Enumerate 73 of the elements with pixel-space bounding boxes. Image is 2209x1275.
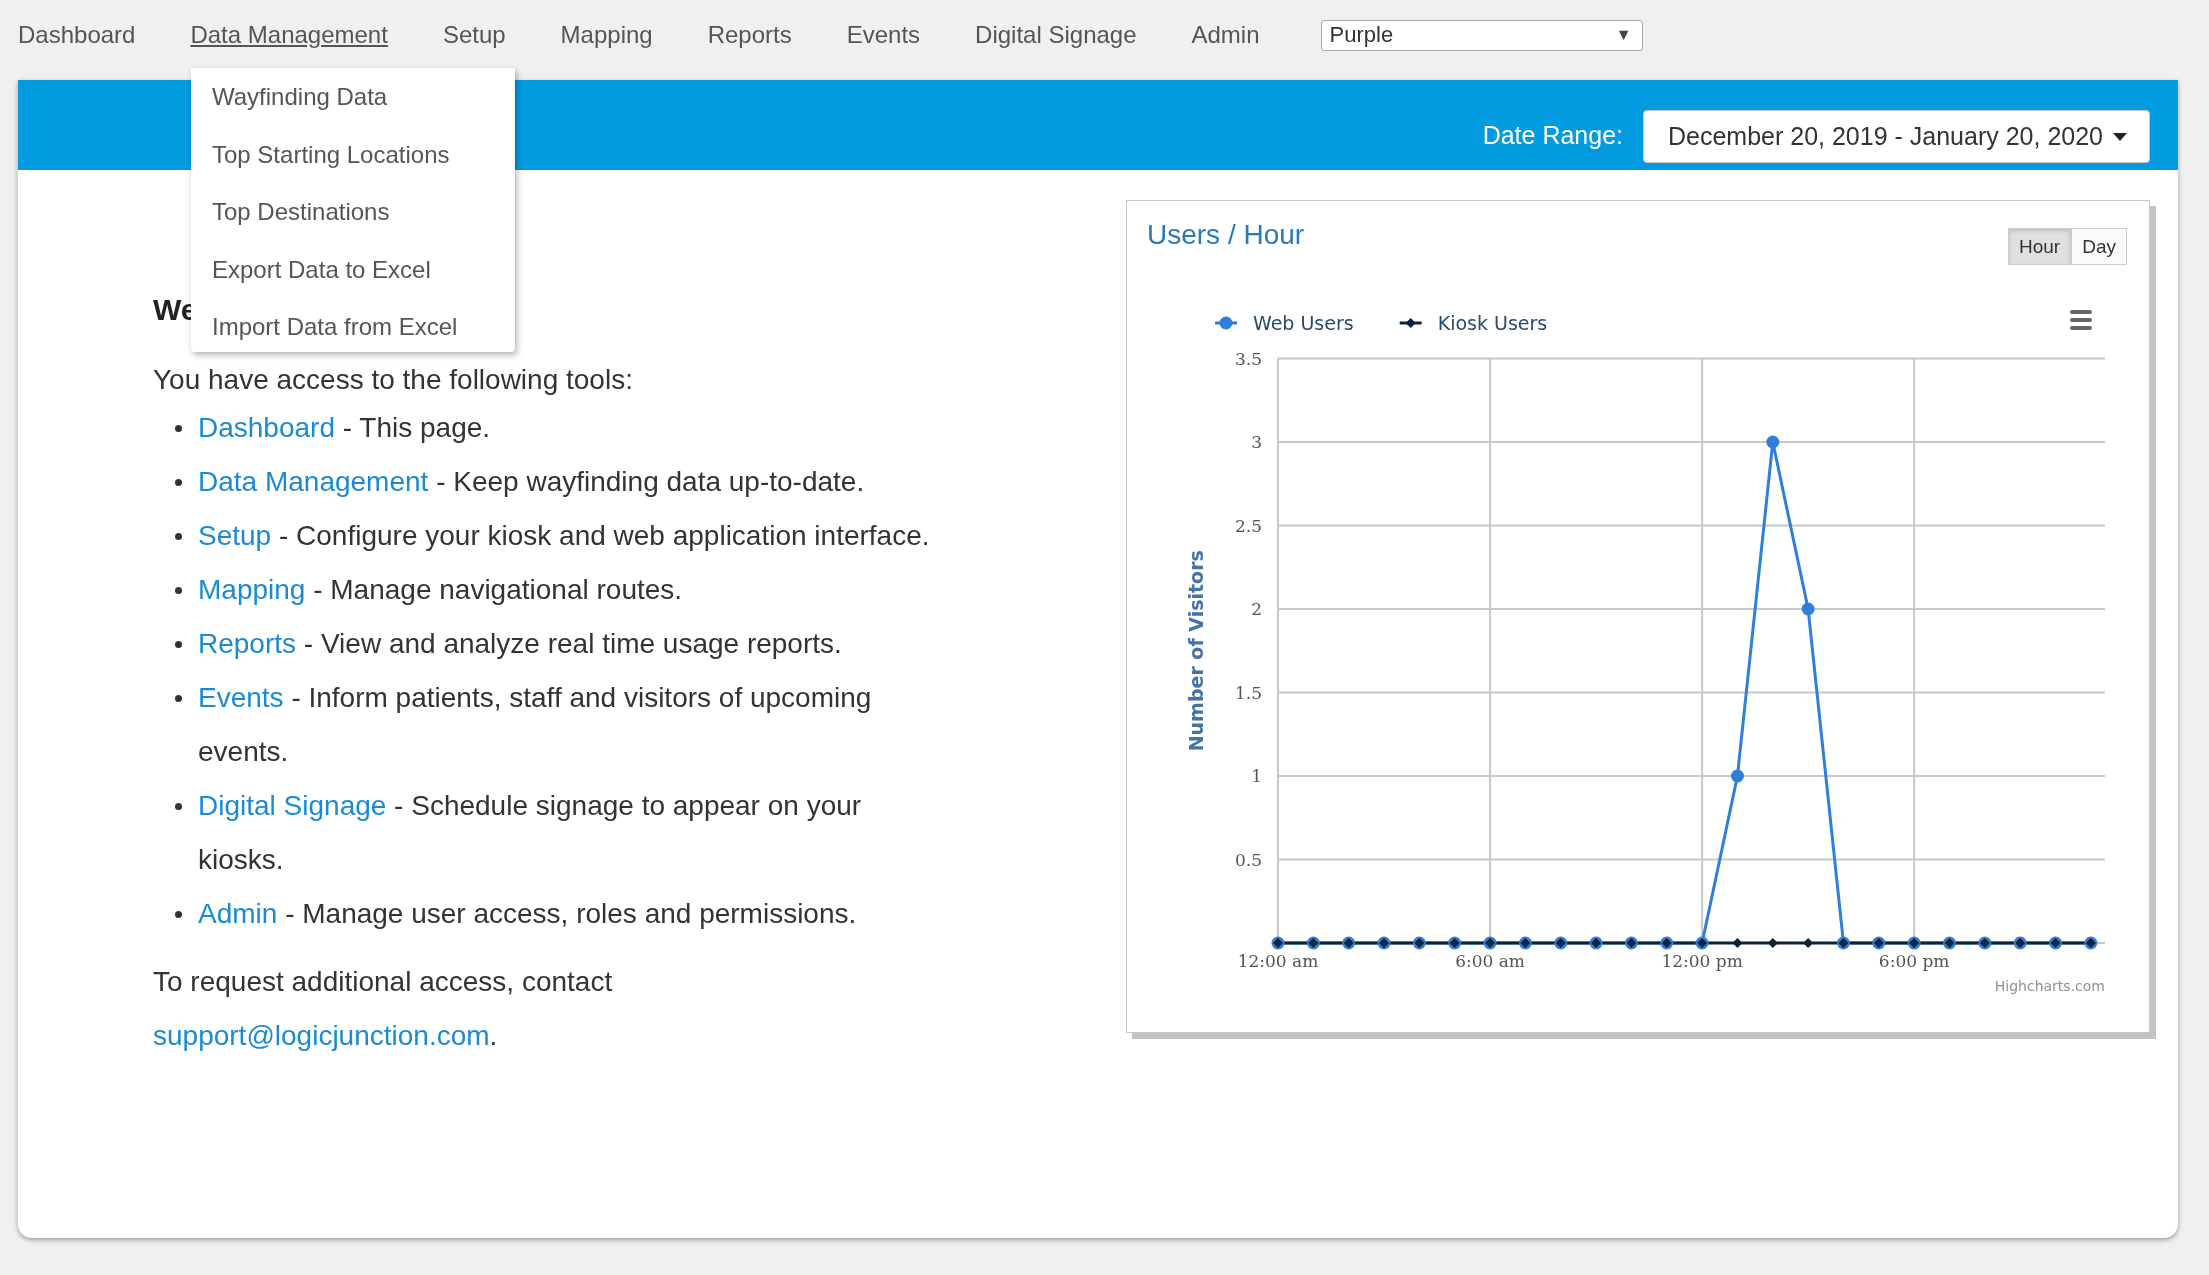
legend-label[interactable]: Kiosk Users [1437,312,1548,334]
tool-description: Digital Signage - Schedule signage to appear on your kiosks. [198,789,863,877]
data-point [1803,938,1814,948]
menu-icon[interactable] [2070,310,2092,330]
tool-link[interactable]: Mapping [198,574,306,605]
date-range-label: Date Range: [1482,121,1623,150]
axis-tick-label: 2.5 [1234,515,1262,536]
tool-description: Dashboard - This page. [198,411,492,445]
bullet-icon [175,803,182,810]
axis-tick-label: 12:00 am [1237,951,1319,971]
nav-link[interactable]: Mapping [560,21,653,49]
legend-marker-icon [1399,318,1422,328]
tool-link[interactable]: Events [198,682,284,713]
axis-tick-label: 1.5 [1234,682,1262,703]
data-point [1766,435,1780,449]
credits-link[interactable]: Highcharts.com [1994,978,2105,994]
tool-link[interactable]: Setup [198,520,272,551]
bullet-icon [175,641,182,648]
axis-tick-label: 3.5 [1234,348,1262,369]
axis-tick-label: 0.5 [1234,849,1262,870]
legend-label[interactable]: Web Users [1253,312,1354,334]
axis-tick-label: 3 [1251,432,1262,452]
data-point [1732,938,1743,948]
caret-icon [2113,132,2127,141]
period-text: . [489,1020,498,1051]
axis-tick-label: 6:00 pm [1878,951,1950,971]
bullet-icon [175,479,182,486]
tool-link[interactable]: Data Management [198,466,429,497]
nav-link[interactable]: Setup [442,21,506,49]
menu-item[interactable]: Export Data to Excel [191,240,515,298]
toggle-button[interactable]: Day [2071,228,2127,265]
date-range-button[interactable]: December 20, 2019 - January 20, 2020 [1643,110,2150,163]
axis-tick-label: 2 [1251,599,1262,619]
toggle-button[interactable]: Hour [2008,228,2072,265]
nav-link[interactable]: Events [846,21,921,49]
tool-link[interactable]: Dashboard [198,412,335,443]
menu-item[interactable]: Import Data from Excel [191,298,515,356]
nav-link[interactable]: Digital Signage [975,21,1137,49]
intro-text: You have access to the following tools: [153,363,634,397]
tool-description: Setup - Configure your kiosk and web application interface. [198,519,931,553]
chart-title: Users / Hour [1147,219,1305,251]
tool-link[interactable]: Digital Signage [198,790,387,821]
data-point [1801,602,1815,616]
bullet-icon [175,587,182,594]
data-point [1767,938,1778,948]
tool-link[interactable]: Admin [198,898,278,929]
tool-description: Mapping - Manage navigational routes. [198,573,684,607]
nav-link[interactable]: Admin [1191,21,1260,49]
tool-description: Events - Inform patients, staff and visitors of upcoming events. [198,681,873,769]
bullet-icon [175,425,182,432]
axis-tick-label: 12:00 pm [1661,951,1743,971]
contact-text: To request additional access, contact [153,965,614,999]
tool-link[interactable]: Reports [198,628,297,659]
legend-marker-icon [1215,316,1237,330]
bullet-icon [175,695,182,702]
axis-title: Number of Visitors [1185,550,1207,752]
menu-item[interactable]: Wayfinding Data [191,68,515,126]
email-link[interactable]: support@logicjunction.com [153,1020,490,1051]
menu-item[interactable]: Top Starting Locations [191,125,515,183]
bullet-icon [175,911,182,918]
nav-link[interactable]: Reports [707,21,792,49]
tool-description: Reports - View and analyze real time usage reports. [198,627,843,661]
caret-icon: ▼ [1615,26,1632,44]
axis-tick-label: 6:00 am [1455,951,1525,971]
tool-description: Data Management - Keep wayfinding data up-to-date. [198,465,866,499]
nav-link[interactable]: Dashboard [18,21,136,49]
axis-tick-label: 1 [1251,766,1262,786]
menu-item[interactable]: Top Destinations [191,183,515,241]
theme-select[interactable]: Purple ▼ [1320,19,1643,51]
nav-link[interactable]: Data Management [190,21,388,49]
data-point [1730,769,1744,783]
bullet-icon [175,533,182,540]
tool-description: Admin - Manage user access, roles and permissions. [198,897,858,931]
